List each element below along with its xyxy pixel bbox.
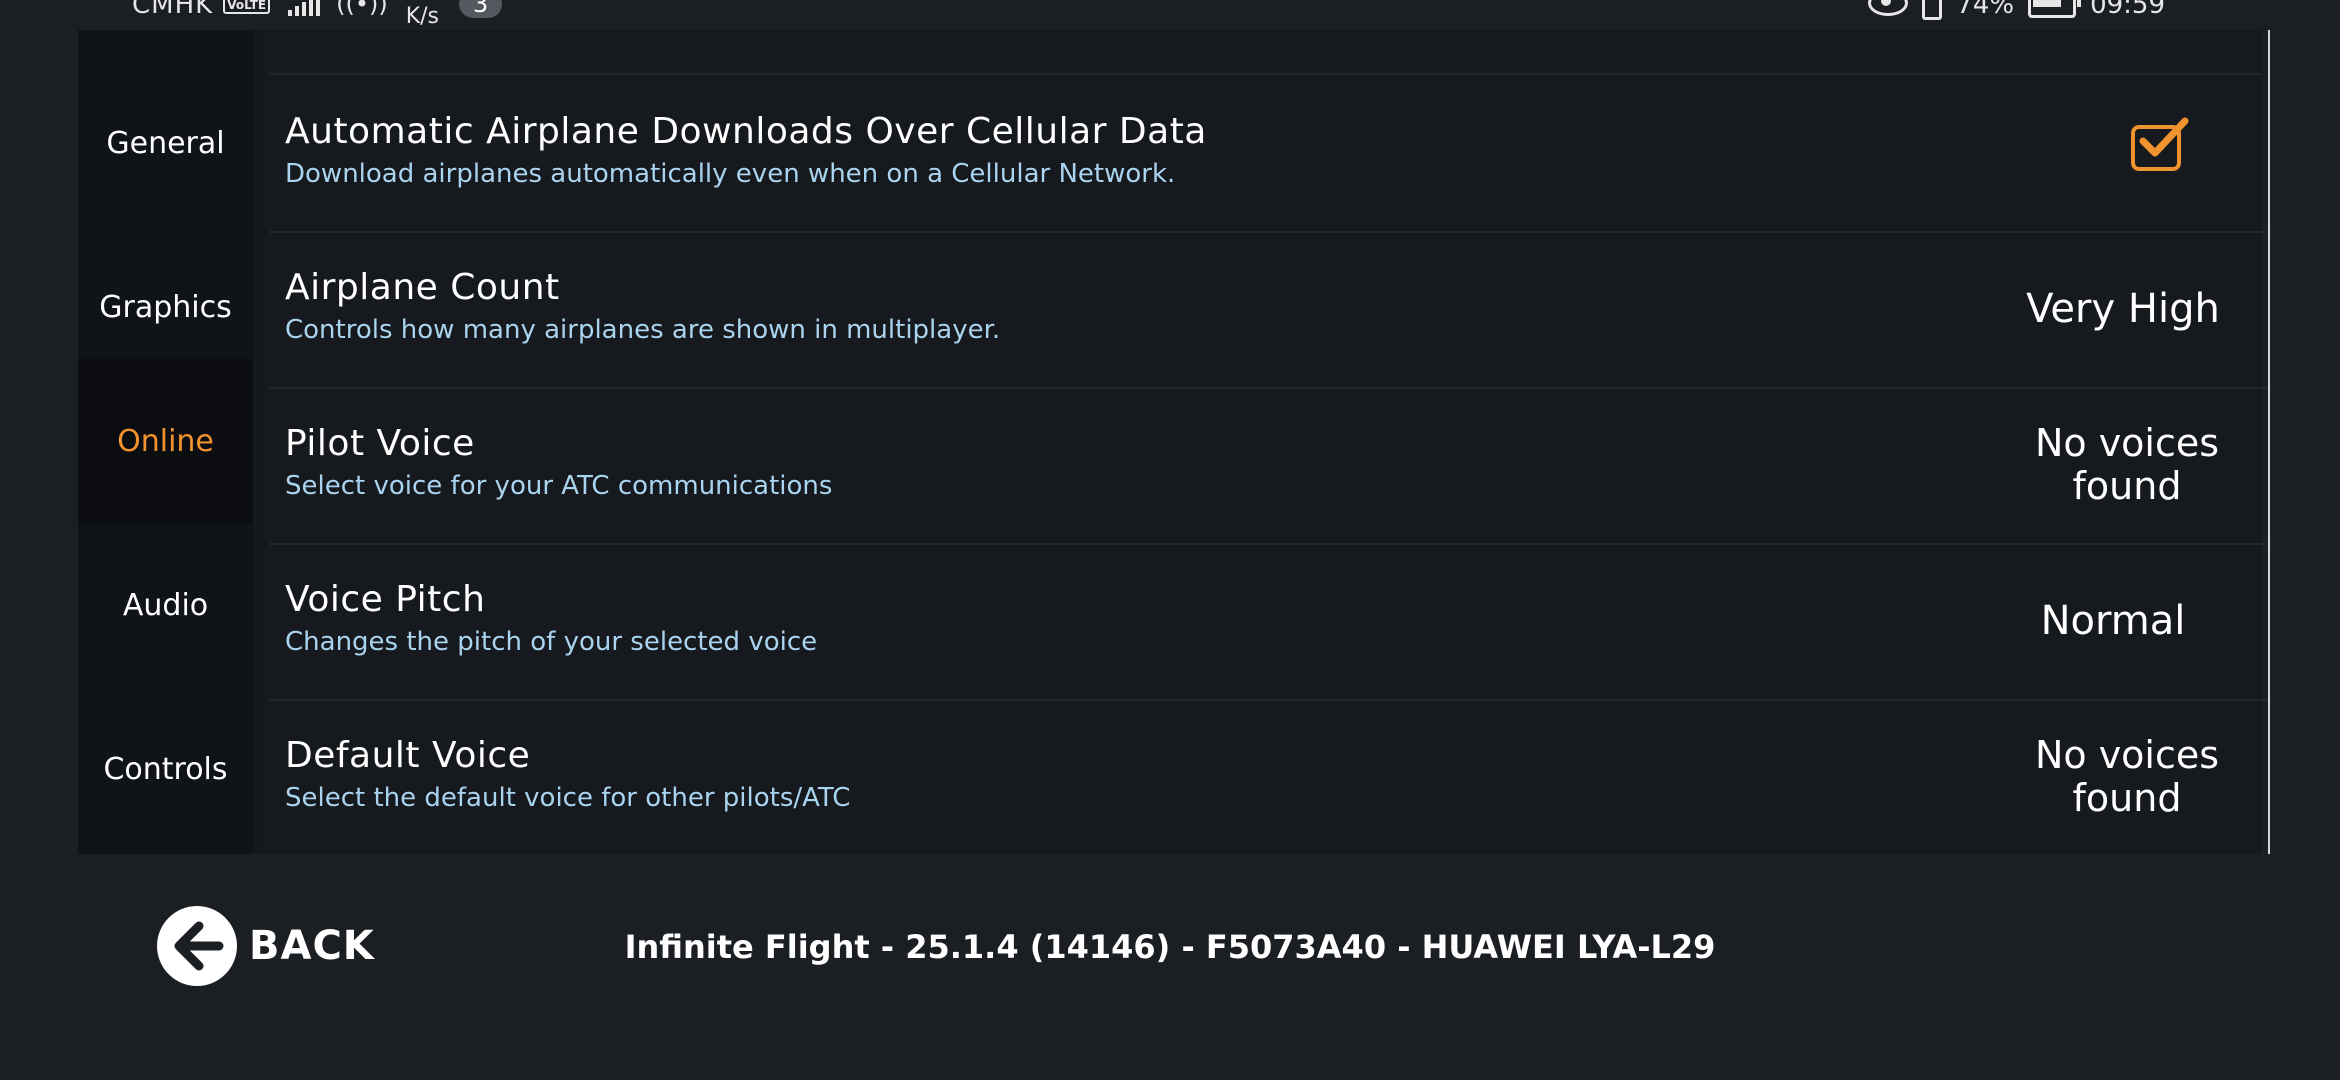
setting-title: Default Voice bbox=[285, 735, 531, 776]
setting-title: Voice Pitch bbox=[285, 579, 486, 620]
notification-count-badge: 3 bbox=[459, 0, 503, 18]
scrollbar[interactable] bbox=[2268, 30, 2270, 854]
setting-row-cellular-downloads[interactable]: Automatic Airplane Downloads Over Cellul… bbox=[269, 75, 2269, 233]
eye-icon bbox=[1868, 0, 1909, 16]
setting-description: Select voice for your ATC communications bbox=[285, 471, 833, 501]
signal-icon bbox=[288, 0, 321, 16]
volte-badge: VoLTE bbox=[223, 0, 271, 14]
setting-row-pilot-voice[interactable]: Pilot Voice Select voice for your ATC co… bbox=[269, 387, 2269, 545]
checkmark-icon bbox=[2139, 117, 2189, 157]
setting-description: Changes the pitch of your selected voice bbox=[285, 627, 818, 657]
status-bar-right: 74% 09:59 bbox=[1868, 0, 2165, 20]
vibrate-icon bbox=[1922, 0, 1943, 20]
sidebar-item-audio[interactable]: Audio bbox=[78, 523, 253, 687]
status-bar-left: CMHK VoLTE ((•)) K/s 3 bbox=[132, 0, 503, 29]
hotspot-icon: ((•)) bbox=[336, 0, 388, 18]
setting-row-default-voice[interactable]: Default Voice Select the default voice f… bbox=[269, 699, 2269, 855]
setting-row-airplane-count[interactable]: Airplane Count Controls how many airplan… bbox=[269, 231, 2269, 389]
airplane-count-value[interactable]: Very High bbox=[1993, 231, 2253, 387]
carrier-name: CMHK bbox=[132, 0, 214, 20]
battery-icon bbox=[2028, 0, 2082, 18]
screen: CMHK VoLTE ((•)) K/s 3 74% 09:59 General… bbox=[0, 0, 2340, 1080]
settings-panel: General Graphics Online Audio Controls A… bbox=[78, 30, 2270, 854]
pilot-voice-value[interactable]: No voices found bbox=[2027, 387, 2227, 543]
default-voice-value[interactable]: No voices found bbox=[2027, 699, 2227, 855]
settings-list: Automatic Airplane Downloads Over Cellul… bbox=[269, 30, 2270, 854]
sidebar-item-online[interactable]: Online bbox=[78, 359, 253, 523]
setting-description: Select the default voice for other pilot… bbox=[285, 783, 851, 813]
setting-title: Pilot Voice bbox=[285, 423, 475, 464]
sidebar-item-controls[interactable]: Controls bbox=[78, 687, 253, 851]
status-bar: CMHK VoLTE ((•)) K/s 3 74% 09:59 bbox=[0, 0, 2340, 29]
list-top-spacer bbox=[269, 30, 2262, 75]
sidebar-item-general[interactable]: General bbox=[78, 61, 253, 225]
setting-row-voice-pitch[interactable]: Voice Pitch Changes the pitch of your se… bbox=[269, 543, 2269, 701]
setting-title: Automatic Airplane Downloads Over Cellul… bbox=[285, 111, 1207, 152]
cellular-downloads-checkbox[interactable] bbox=[2131, 117, 2189, 171]
clock: 09:59 bbox=[2090, 0, 2165, 20]
network-speed: K/s bbox=[405, 4, 440, 29]
version-info: Infinite Flight - 25.1.4 (14146) - F5073… bbox=[624, 928, 1716, 966]
setting-title: Airplane Count bbox=[285, 267, 560, 308]
battery-percent: 74% bbox=[1956, 0, 2015, 20]
setting-description: Download airplanes automatically even wh… bbox=[285, 159, 1176, 189]
setting-description: Controls how many airplanes are shown in… bbox=[285, 315, 1001, 345]
settings-sidebar: General Graphics Online Audio Controls bbox=[78, 30, 253, 854]
voice-pitch-value[interactable]: Normal bbox=[1983, 543, 2243, 699]
